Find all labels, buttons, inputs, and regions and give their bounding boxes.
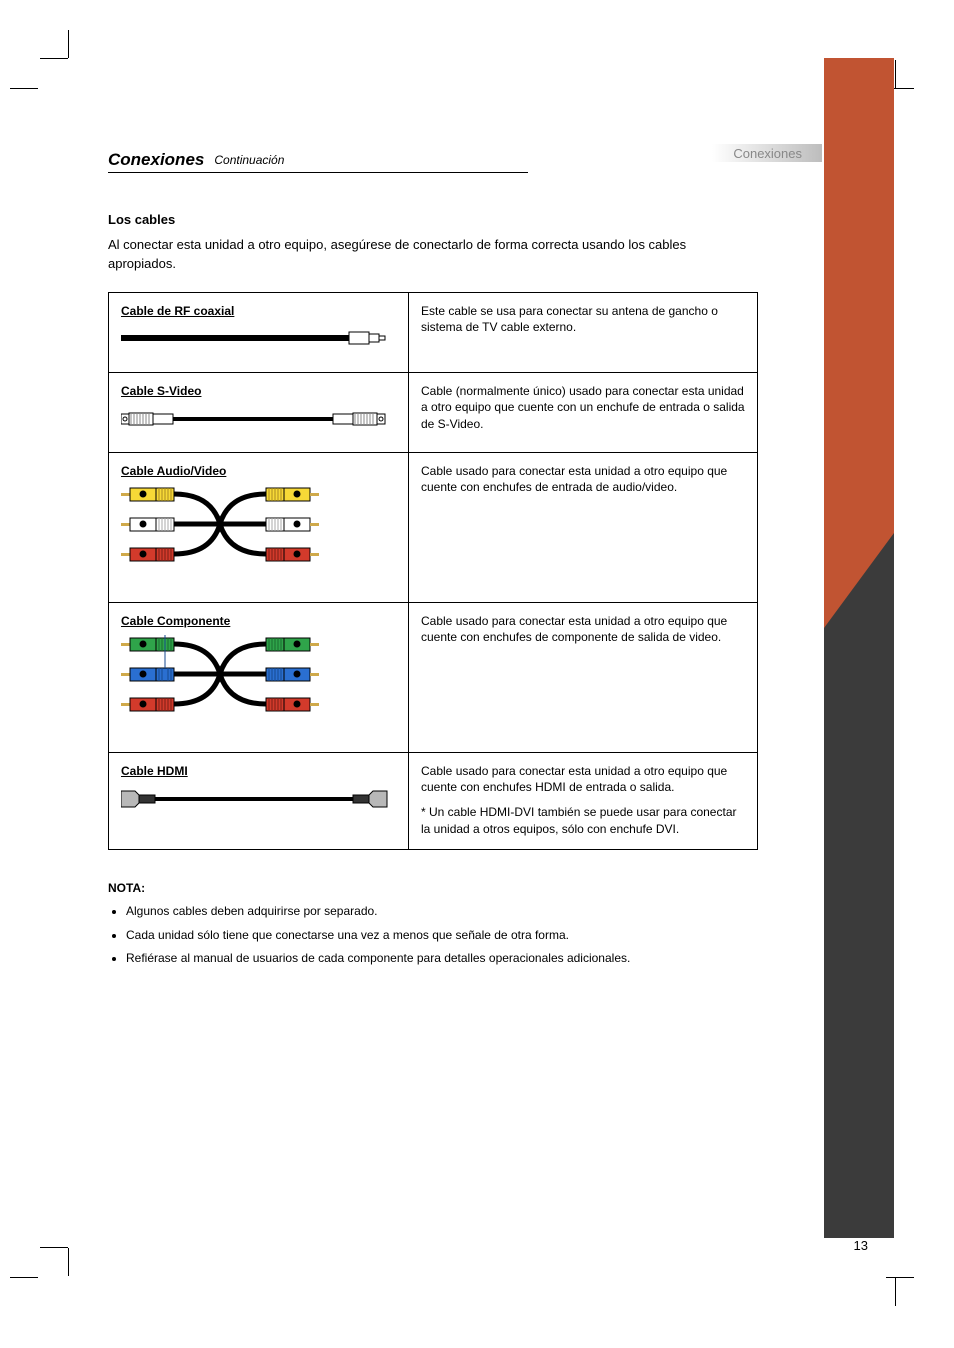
cable-desc-note: * Un cable HDMI-DVI también se puede usa…: [421, 804, 745, 837]
crop-mark: [10, 1277, 38, 1278]
section-subtitle: Continuación: [214, 153, 284, 167]
page-body: Conexiones Conexiones Continuación Los c…: [108, 150, 798, 968]
notice-heading: NOTA:: [108, 881, 145, 895]
crop-mark: [895, 60, 896, 88]
table-row: Cable HDMI Cable usado para conectar est…: [109, 752, 758, 849]
av-cable-icon: [121, 485, 391, 585]
cable-name: Cable S-Video: [121, 383, 396, 400]
crop-mark: [68, 1248, 69, 1276]
crop-mark: [68, 30, 69, 58]
side-tab: [824, 58, 894, 1238]
cable-desc: Cable usado para conectar esta unidad a …: [421, 763, 745, 796]
section-title: Conexiones: [108, 150, 204, 170]
section-header: Conexiones Continuación: [108, 150, 528, 173]
crop-mark: [895, 1278, 896, 1306]
category-label: Conexiones: [733, 146, 802, 161]
cable-name: Cable HDMI: [121, 763, 396, 780]
list-item: Cada unidad sólo tiene que conectarse un…: [126, 927, 798, 944]
cable-desc: Cable usado para conectar esta unidad a …: [409, 452, 758, 602]
page-number: 13: [854, 1238, 868, 1253]
crop-mark: [10, 88, 38, 89]
notice-block: NOTA: Algunos cables deben adquirirse po…: [108, 880, 798, 968]
crop-mark: [40, 1247, 68, 1248]
list-item: Refiérase al manual de usuarios de cada …: [126, 950, 798, 967]
intro-heading: Los cables: [108, 211, 798, 230]
table-row: Cable de RF coaxial Este cable se usa pa…: [109, 292, 758, 372]
intro-text: Los cables Al conectar esta unidad a otr…: [108, 211, 798, 274]
coax-cable-icon: [121, 325, 391, 355]
intro-line: Al conectar esta unidad a otro equipo, a…: [108, 236, 798, 255]
table-row: Cable S-Video Cable (normalmente único) …: [109, 372, 758, 452]
svideo-cable-icon: [121, 405, 391, 435]
cable-name: Cable Componente: [121, 613, 396, 630]
hdmi-cable-icon: [121, 785, 391, 815]
cable-desc: Este cable se usa para conectar su anten…: [409, 292, 758, 372]
crop-mark: [886, 1277, 914, 1278]
component-cable-icon: [121, 635, 391, 735]
cable-name: Cable de RF coaxial: [121, 303, 396, 320]
crop-mark: [40, 58, 68, 59]
list-item: Algunos cables deben adquirirse por sepa…: [126, 903, 798, 920]
table-row: Cable Audio/Video: [109, 452, 758, 602]
table-row: Cable Componente: [109, 602, 758, 752]
intro-line: apropiados.: [108, 255, 798, 274]
cables-table: Cable de RF coaxial Este cable se usa pa…: [108, 292, 758, 851]
cable-desc: Cable usado para conectar esta unidad a …: [409, 602, 758, 752]
cable-name: Cable Audio/Video: [121, 463, 396, 480]
cable-desc: Cable (normalmente único) usado para con…: [409, 372, 758, 452]
